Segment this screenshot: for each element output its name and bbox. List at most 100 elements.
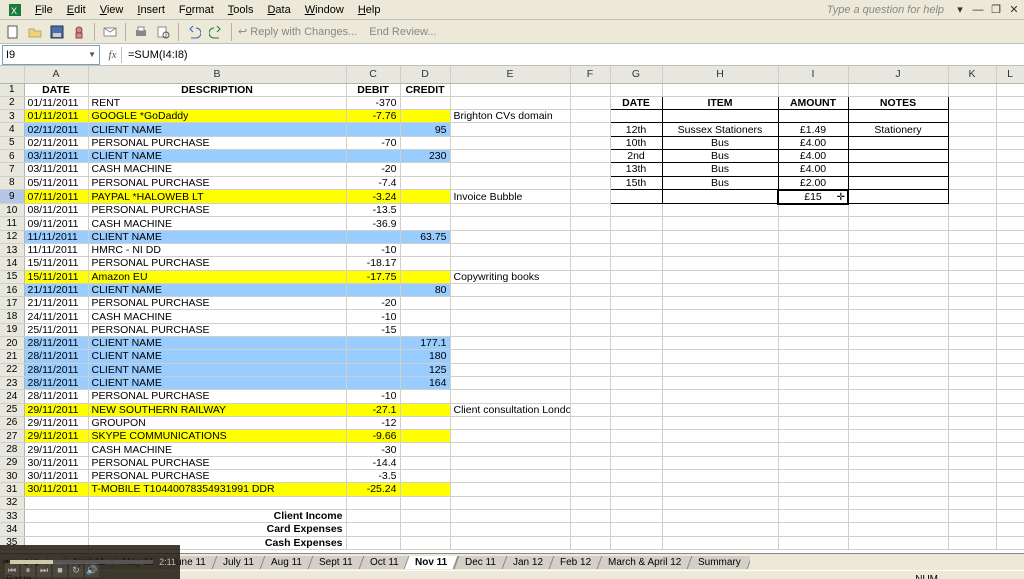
cell-L20[interactable] bbox=[996, 337, 1024, 350]
cell-I32[interactable] bbox=[778, 496, 848, 509]
cell-B20[interactable]: CLIENT NAME bbox=[88, 337, 346, 350]
cell-E8[interactable] bbox=[450, 176, 570, 190]
cell-A3[interactable]: 01/11/2011 bbox=[24, 110, 88, 123]
cell-J24[interactable] bbox=[848, 390, 948, 403]
cell-G11[interactable] bbox=[610, 217, 662, 230]
cell-C3[interactable]: -7.76 bbox=[346, 110, 400, 123]
cell-H21[interactable] bbox=[662, 350, 778, 363]
name-box[interactable]: I9 ▼ bbox=[2, 45, 100, 65]
cell-I9[interactable]: £15✛ bbox=[778, 190, 848, 204]
cell-C1[interactable]: DEBIT bbox=[346, 83, 400, 96]
cell-H15[interactable] bbox=[662, 270, 778, 283]
cell-B8[interactable]: PERSONAL PURCHASE bbox=[88, 176, 346, 190]
cell-H31[interactable] bbox=[662, 483, 778, 496]
cell-D31[interactable] bbox=[400, 483, 450, 496]
cell-D35[interactable] bbox=[400, 536, 450, 549]
row-header[interactable]: 21 bbox=[0, 350, 24, 363]
cell-F2[interactable] bbox=[570, 96, 610, 109]
cell-L21[interactable] bbox=[996, 350, 1024, 363]
cell-G17[interactable] bbox=[610, 297, 662, 310]
cell-I31[interactable] bbox=[778, 483, 848, 496]
cell-E33[interactable] bbox=[450, 509, 570, 522]
row-header[interactable]: 31 bbox=[0, 483, 24, 496]
cell-F18[interactable] bbox=[570, 310, 610, 323]
cell-C15[interactable]: -17.75 bbox=[346, 270, 400, 283]
cell-I4[interactable]: £1.49 bbox=[778, 123, 848, 136]
cell-B24[interactable]: PERSONAL PURCHASE bbox=[88, 390, 346, 403]
cell-I30[interactable] bbox=[778, 470, 848, 483]
cell-F12[interactable] bbox=[570, 230, 610, 243]
row-header[interactable]: 7 bbox=[0, 163, 24, 176]
cell-E3[interactable]: Brighton CVs domain bbox=[450, 110, 570, 123]
fx-button[interactable]: fx bbox=[104, 47, 122, 63]
cell-G23[interactable] bbox=[610, 376, 662, 389]
save-icon[interactable] bbox=[48, 23, 66, 41]
row-header[interactable]: 20 bbox=[0, 337, 24, 350]
new-doc-icon[interactable] bbox=[4, 23, 22, 41]
cell-F15[interactable] bbox=[570, 270, 610, 283]
reply-changes-button[interactable]: ↩ Reply with Changes... bbox=[238, 25, 357, 38]
cell-A20[interactable]: 28/11/2011 bbox=[24, 337, 88, 350]
cell-H33[interactable] bbox=[662, 509, 778, 522]
cell-C23[interactable] bbox=[346, 376, 400, 389]
cell-F11[interactable] bbox=[570, 217, 610, 230]
cell-C21[interactable] bbox=[346, 350, 400, 363]
cell-B1[interactable]: DESCRIPTION bbox=[88, 83, 346, 96]
cell-E5[interactable] bbox=[450, 136, 570, 149]
cell-G13[interactable] bbox=[610, 243, 662, 256]
row-header[interactable]: 14 bbox=[0, 257, 24, 270]
cell-G8[interactable]: 15th bbox=[610, 176, 662, 190]
cell-C2[interactable]: -370 bbox=[346, 96, 400, 109]
cell-G9[interactable] bbox=[610, 190, 662, 204]
cell-E15[interactable]: Copywriting books bbox=[450, 270, 570, 283]
cell-D8[interactable] bbox=[400, 176, 450, 190]
media-pause-icon[interactable]: ⏸ bbox=[21, 563, 35, 577]
cell-J7[interactable] bbox=[848, 163, 948, 176]
media-next-icon[interactable]: ⏭ bbox=[37, 563, 51, 577]
cell-D3[interactable] bbox=[400, 110, 450, 123]
cell-J13[interactable] bbox=[848, 243, 948, 256]
cell-L23[interactable] bbox=[996, 376, 1024, 389]
cell-E10[interactable] bbox=[450, 204, 570, 217]
cell-F8[interactable] bbox=[570, 176, 610, 190]
chevron-down-icon[interactable]: ▾ bbox=[952, 3, 968, 16]
cell-K15[interactable] bbox=[948, 270, 996, 283]
cell-H24[interactable] bbox=[662, 390, 778, 403]
menu-data[interactable]: Data bbox=[260, 2, 297, 18]
worksheet-grid[interactable]: ABCDEFGHIJKL 1DATEDESCRIPTIONDEBITCREDIT… bbox=[0, 66, 1024, 553]
cell-E24[interactable] bbox=[450, 390, 570, 403]
cell-C29[interactable]: -14.4 bbox=[346, 456, 400, 469]
cell-H32[interactable] bbox=[662, 496, 778, 509]
cell-B28[interactable]: CASH MACHINE bbox=[88, 443, 346, 456]
cell-C20[interactable] bbox=[346, 337, 400, 350]
cell-G5[interactable]: 10th bbox=[610, 136, 662, 149]
cell-K23[interactable] bbox=[948, 376, 996, 389]
help-search-box[interactable]: Type a question for help bbox=[827, 4, 944, 16]
cell-A24[interactable]: 28/11/2011 bbox=[24, 390, 88, 403]
cell-L6[interactable] bbox=[996, 149, 1024, 162]
cell-A8[interactable]: 05/11/2011 bbox=[24, 176, 88, 190]
cell-I23[interactable] bbox=[778, 376, 848, 389]
cell-A25[interactable]: 29/11/2011 bbox=[24, 403, 88, 416]
cell-D5[interactable] bbox=[400, 136, 450, 149]
cell-B2[interactable]: RENT bbox=[88, 96, 346, 109]
row-header[interactable]: 9 bbox=[0, 190, 24, 204]
cell-A23[interactable]: 28/11/2011 bbox=[24, 376, 88, 389]
cell-I21[interactable] bbox=[778, 350, 848, 363]
cell-H16[interactable] bbox=[662, 283, 778, 296]
cell-K17[interactable] bbox=[948, 297, 996, 310]
cell-L4[interactable] bbox=[996, 123, 1024, 136]
cell-J8[interactable] bbox=[848, 176, 948, 190]
cell-G10[interactable] bbox=[610, 204, 662, 217]
cell-B18[interactable]: CASH MACHINE bbox=[88, 310, 346, 323]
name-dropdown-icon[interactable]: ▼ bbox=[88, 50, 96, 59]
row-header[interactable]: 32 bbox=[0, 496, 24, 509]
cell-I17[interactable] bbox=[778, 297, 848, 310]
cell-B30[interactable]: PERSONAL PURCHASE bbox=[88, 470, 346, 483]
cell-B21[interactable]: CLIENT NAME bbox=[88, 350, 346, 363]
cell-F31[interactable] bbox=[570, 483, 610, 496]
cell-K29[interactable] bbox=[948, 456, 996, 469]
cell-L10[interactable] bbox=[996, 204, 1024, 217]
cell-A18[interactable]: 24/11/2011 bbox=[24, 310, 88, 323]
cell-H20[interactable] bbox=[662, 337, 778, 350]
